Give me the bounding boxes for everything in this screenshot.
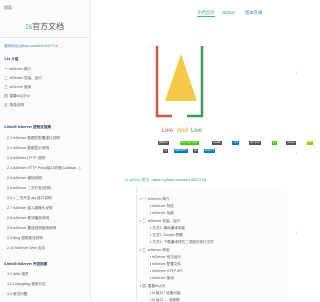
sidebar-item[interactable]: 2.10 tsServer Web 支持 (7, 246, 45, 250)
toc-item-label: tsServer 首次运行 (152, 255, 182, 259)
toc-item[interactable]: • tsServer 配置文件 (150, 262, 181, 266)
sidebar-item[interactable]: 2.9 tsServer 集成说明使用说明 (7, 226, 56, 230)
sidebar-item[interactable]: 2.8 tsServer 推流播放说明 (7, 216, 49, 220)
toc-item-label: tsServer 使用 (152, 276, 174, 280)
sidebar-item[interactable]: 2.9 Bing 视频推流说明 (7, 236, 43, 240)
sidebar-item[interactable]: 五. 简易说明 (4, 103, 24, 107)
logo-word-2: And (177, 128, 188, 134)
logo-triangle (165, 54, 197, 101)
toc-item[interactable]: • 方式1. 源码编译安装 (150, 226, 185, 230)
sidebar-item[interactable]: 3.1 Web 相关 (7, 272, 29, 276)
sidebar-item[interactable]: 源码地址:github.com/ts/1d20771d (4, 44, 58, 48)
sidebar-title[interactable]: ts官方文档 (0, 21, 90, 32)
sidebar-item[interactable]: 二. tsServer 安装、运行 (4, 76, 42, 80)
sidebar-divider (0, 37, 90, 38)
toc-item-label: tsServer 特性 (152, 204, 174, 208)
sidebar-item[interactable]: 2.3 tsServer HTTP 说明 (7, 156, 45, 160)
toc-item[interactable]: • 一. tsServer 简介 (140, 197, 169, 201)
toc-item-label: 三. tsServer 使用 (142, 248, 170, 252)
toc-item-label: 一. tsServer 简介 (142, 197, 170, 201)
sidebar-item[interactable]: 2.1 tsServer 数据的配置接口说明 (7, 136, 60, 140)
sidebar-title-text: 官方文档 (32, 22, 65, 31)
sidebar-item[interactable]: 2.html5 tsServer 使用及指南 (4, 125, 51, 129)
github-link[interactable]: https://github.com/ts/1d20771d (151, 177, 206, 182)
github-link-label: ts github 地址: (125, 177, 151, 182)
toc-item[interactable]: • 方式2. Docker 镜像 (150, 233, 183, 237)
sidebar-search-input[interactable]: 搜索 (4, 5, 12, 11)
toc-item-label: tsServer 配置文件 (152, 262, 182, 266)
project-logo: Live And Live (155, 46, 204, 134)
logo-left-bracket (155, 46, 172, 118)
badge[interactable]: A+ (272, 141, 277, 145)
toc-item[interactable]: • 三. tsServer 使用 (140, 248, 169, 252)
logo-word-3: Live (191, 128, 203, 134)
toc-item-label: 四. 重要ts认识 (142, 284, 166, 288)
toc-item[interactable]: • ts 接口 → 流程图 (150, 298, 180, 302)
scroll-marker: • (295, 70, 297, 74)
badge[interactable]: qq (193, 149, 198, 153)
toc-item-label: 方式1. 源码编译安装 (152, 226, 186, 230)
toc-item[interactable]: • tsServer 特性 (150, 204, 174, 208)
toc-item-label: 方式3. 下载编译好的二进制可执行文件 (152, 240, 214, 244)
toc-item-label: tsServer 功能 (152, 211, 174, 215)
sidebar-item[interactable]: 2.6.1 二次开发 api 接口说明 (7, 196, 52, 200)
top-nav-link[interactable]: Github (222, 10, 235, 15)
sidebar-item[interactable]: 3.2 Changelog 更新日志 (7, 282, 46, 286)
sidebar-item[interactable]: 三. tsServer 使用 (4, 85, 31, 89)
badge[interactable]: release (212, 141, 222, 145)
github-link-line: ts github 地址: https://github.com/ts/1d20… (125, 177, 206, 183)
badge[interactable]: v1.0 (232, 141, 239, 145)
badge[interactable]: qq (163, 149, 168, 153)
top-nav-link[interactable]: 文档首页 (197, 10, 215, 17)
scroll-marker: • (295, 230, 297, 234)
sidebar: 搜索 ts官方文档 源码地址:github.com/ts/1d20771d 1.t… (0, 0, 91, 300)
toc-item[interactable]: • 二. tsServer 安装、运行 (140, 219, 180, 223)
toc-item[interactable]: • tsServer 首次运行 (150, 255, 181, 259)
sidebar-item[interactable]: 一. tsServer 简介 (4, 67, 31, 71)
toc-item[interactable]: • 方式3. 下载编译好的二进制可执行文件 (150, 240, 214, 244)
sidebar-item[interactable]: 2.4 tsServer HTTP Proxy接口说明(Callback...) (7, 166, 80, 170)
toc-item-label: ts 接口 → 流程图 (152, 298, 180, 302)
toc-item[interactable]: • 四. 重要ts认识 (140, 284, 165, 288)
toc-item[interactable]: • tsServer 使用 (150, 276, 174, 280)
toc-item-label: 二. tsServer 安装、运行 (142, 219, 181, 223)
badge[interactable]: 1d6d20771 (173, 149, 188, 153)
toc-item-label: 方式2. Docker 镜像 (152, 233, 184, 237)
toc-item[interactable]: • tsServer HTTP API (150, 269, 183, 273)
scroll-marker: • (295, 150, 297, 154)
sidebar-item[interactable]: 3.html5 tsServer 开发指南 (4, 262, 47, 266)
sidebar-item[interactable]: 2.7 tsServer 接入摄像头说明 (7, 206, 53, 210)
badge[interactable]: go report (249, 141, 261, 145)
logo-word-1: Live (162, 128, 174, 134)
right-gutter: • • • (288, 0, 300, 300)
badge[interactable]: linux | win | mac (179, 141, 199, 145)
sidebar-item[interactable]: 1.ts 介绍 (4, 57, 18, 61)
badge[interactable]: 8c20771 (203, 149, 216, 153)
sidebar-item[interactable]: 四. 重要ts认识ui (4, 94, 30, 98)
toc-item-label: ts 接口 / 设备对接 (152, 291, 181, 295)
badge[interactable]: MIT (306, 141, 313, 145)
toc-item[interactable]: • tsServer 功能 (150, 211, 174, 215)
badge[interactable]: platform (158, 141, 169, 145)
sidebar-item[interactable]: 3.3 常见问题 (7, 292, 27, 296)
sidebar-item[interactable]: 2.6 tsServer 二次开发(说明) (7, 186, 51, 190)
top-nav-link[interactable]: 版本升级 (245, 10, 263, 16)
sidebar-item[interactable]: 2.2 tsServer 数据显示说明 (7, 146, 49, 150)
sidebar-item[interactable]: 2.5 tsServer 通知说明 (7, 176, 42, 180)
toc-item-label: tsServer HTTP API (152, 269, 183, 273)
toc-item[interactable]: • ts 接口 / 设备对接 (150, 291, 181, 295)
